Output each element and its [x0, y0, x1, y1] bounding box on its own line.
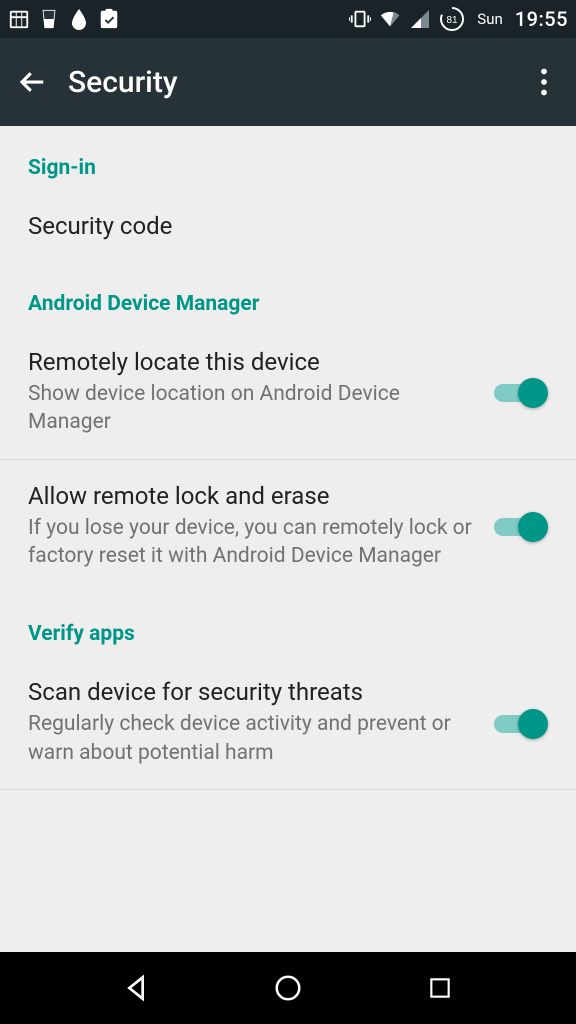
drop-icon — [68, 8, 90, 30]
row-scan-threats[interactable]: Scan device for security threats Regular… — [0, 656, 576, 789]
section-header-verify: Verify apps — [0, 592, 576, 656]
battery-circle-icon: 81 — [439, 8, 465, 30]
back-button[interactable] — [10, 60, 54, 104]
nav-recent-button[interactable] — [416, 964, 464, 1012]
row-title: Scan device for security threats — [28, 678, 472, 706]
row-title: Remotely locate this device — [28, 348, 472, 376]
row-subtitle: If you lose your device, you can remotel… — [28, 514, 472, 571]
status-time: 19:55 — [515, 7, 568, 31]
switch-remote-lock[interactable] — [488, 508, 548, 544]
nav-back-button[interactable] — [112, 964, 160, 1012]
wifi-icon — [379, 8, 401, 30]
section-header-signin: Sign-in — [0, 126, 576, 190]
page-title: Security — [68, 65, 178, 100]
glass-icon — [38, 8, 60, 30]
row-title: Security code — [28, 212, 532, 240]
switch-remote-locate[interactable] — [488, 374, 548, 410]
row-security-code[interactable]: Security code — [0, 190, 576, 262]
row-title: Allow remote lock and erase — [28, 482, 472, 510]
nav-home-button[interactable] — [264, 964, 312, 1012]
switch-scan-threats[interactable] — [488, 705, 548, 741]
divider — [0, 789, 576, 790]
navigation-bar — [0, 952, 576, 1024]
section-header-adm: Android Device Manager — [0, 262, 576, 326]
signal-icon — [409, 8, 431, 30]
vibrate-icon — [349, 8, 371, 30]
row-subtitle: Show device location on Android Device M… — [28, 380, 472, 437]
status-day: Sun — [477, 10, 502, 28]
status-bar: 81 Sun 19:55 — [0, 0, 576, 38]
calendar-icon — [8, 8, 30, 30]
svg-text:81: 81 — [447, 15, 459, 26]
row-remote-lock[interactable]: Allow remote lock and erase If you lose … — [0, 460, 576, 593]
content-scroll[interactable]: Sign-in Security code Android Device Man… — [0, 126, 576, 790]
overflow-menu-button[interactable] — [522, 60, 566, 104]
row-remote-locate[interactable]: Remotely locate this device Show device … — [0, 326, 576, 459]
app-toolbar: Security — [0, 38, 576, 126]
row-subtitle: Regularly check device activity and prev… — [28, 710, 472, 767]
clipboard-check-icon — [98, 8, 120, 30]
